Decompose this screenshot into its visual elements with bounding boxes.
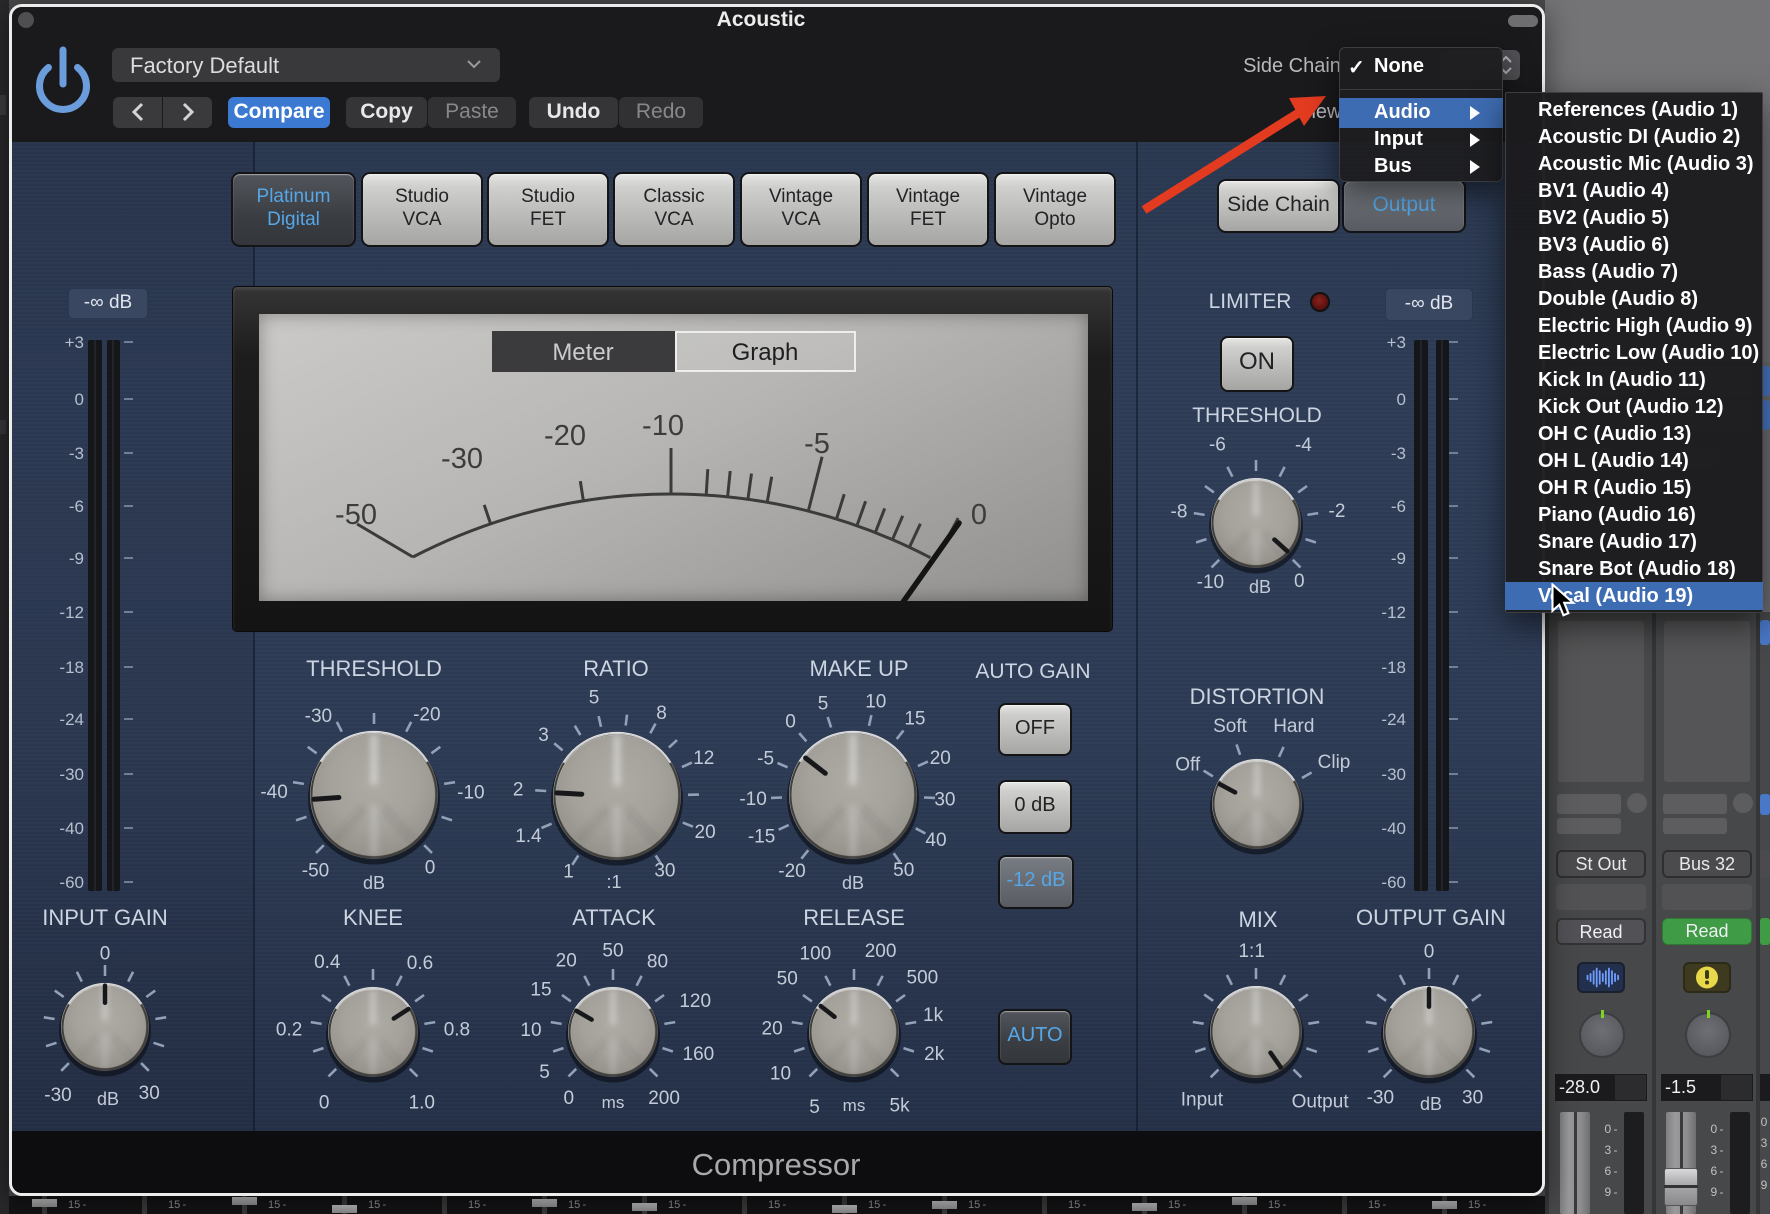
- svg-text:-4: -4: [1295, 435, 1312, 456]
- svg-text:3: 3: [538, 725, 549, 746]
- svg-text:5: 5: [539, 1062, 550, 1083]
- svg-text:120: 120: [679, 991, 711, 1012]
- svg-text:40: 40: [925, 830, 946, 851]
- svg-text:0.2: 0.2: [276, 1020, 302, 1041]
- svg-text:30: 30: [139, 1083, 160, 1104]
- svg-text:200: 200: [865, 941, 897, 962]
- svg-text:-40: -40: [1381, 819, 1406, 838]
- svg-text:20: 20: [762, 1018, 783, 1039]
- svg-text:15: 15: [904, 708, 925, 729]
- svg-text::1: :1: [606, 872, 621, 892]
- svg-text:1k: 1k: [923, 1005, 944, 1026]
- svg-text:0: 0: [785, 711, 796, 732]
- svg-text:0: 0: [1424, 942, 1435, 963]
- svg-text:20: 20: [556, 951, 577, 972]
- svg-text:Input: Input: [1181, 1090, 1224, 1111]
- svg-text:ms: ms: [602, 1093, 625, 1112]
- svg-text:dB: dB: [1249, 577, 1271, 597]
- svg-text:-12: -12: [1381, 603, 1406, 622]
- svg-text:5: 5: [818, 693, 829, 714]
- svg-text:ms: ms: [843, 1096, 866, 1115]
- svg-text:200: 200: [648, 1088, 680, 1109]
- svg-text:30: 30: [1462, 1087, 1483, 1108]
- svg-text:12: 12: [693, 748, 714, 769]
- svg-text:20: 20: [930, 748, 951, 769]
- svg-text:-6: -6: [1209, 435, 1226, 456]
- svg-text:Soft: Soft: [1213, 716, 1248, 737]
- svg-text:-15: -15: [748, 826, 775, 847]
- svg-text:dB: dB: [363, 873, 385, 893]
- svg-text:-10: -10: [1197, 572, 1224, 593]
- svg-text:80: 80: [647, 951, 668, 972]
- svg-text:8: 8: [656, 703, 667, 724]
- svg-text:0: 0: [564, 1088, 575, 1109]
- svg-text:-30: -30: [1381, 765, 1406, 784]
- svg-text:-20: -20: [413, 704, 440, 725]
- svg-text:100: 100: [800, 944, 832, 965]
- svg-text:5: 5: [809, 1097, 820, 1118]
- svg-text:-50: -50: [302, 861, 329, 882]
- svg-text:dB: dB: [1420, 1094, 1442, 1114]
- svg-text:10: 10: [865, 691, 886, 712]
- svg-text:1:1: 1:1: [1238, 941, 1264, 962]
- svg-text:30: 30: [654, 861, 675, 882]
- svg-text:0: 0: [319, 1092, 330, 1113]
- svg-text:50: 50: [893, 860, 914, 881]
- svg-text:Clip: Clip: [1318, 752, 1351, 773]
- svg-text:-60: -60: [1381, 873, 1406, 892]
- svg-text:1.4: 1.4: [515, 826, 542, 847]
- svg-text:15: 15: [530, 979, 551, 1000]
- svg-text:-30: -30: [1367, 1087, 1394, 1108]
- svg-text:0.6: 0.6: [407, 953, 433, 974]
- svg-text:-5: -5: [757, 749, 774, 770]
- svg-text:10: 10: [520, 1020, 541, 1041]
- svg-text:0: 0: [100, 944, 111, 965]
- svg-text:500: 500: [907, 967, 939, 988]
- svg-text:160: 160: [683, 1044, 715, 1065]
- svg-text:-9: -9: [1391, 549, 1406, 568]
- svg-text:2: 2: [513, 780, 524, 801]
- svg-text:-10: -10: [739, 789, 766, 810]
- svg-text:0: 0: [425, 857, 436, 878]
- svg-text:Hard: Hard: [1273, 716, 1314, 737]
- svg-text:10: 10: [770, 1063, 791, 1084]
- svg-text:-6: -6: [1391, 497, 1406, 516]
- svg-text:0: 0: [1294, 571, 1305, 592]
- svg-text:20: 20: [695, 822, 716, 843]
- svg-text:-20: -20: [778, 861, 805, 882]
- svg-text:dB: dB: [842, 873, 864, 893]
- svg-text:50: 50: [777, 969, 798, 990]
- svg-text:-40: -40: [260, 782, 287, 803]
- svg-text:-8: -8: [1171, 501, 1188, 522]
- svg-text:30: 30: [934, 790, 955, 811]
- svg-text:dB: dB: [97, 1089, 119, 1109]
- svg-text:50: 50: [602, 941, 623, 962]
- svg-text:0.4: 0.4: [314, 952, 341, 973]
- svg-text:5k: 5k: [890, 1096, 911, 1117]
- svg-text:-30: -30: [305, 706, 332, 727]
- svg-text:1: 1: [563, 861, 574, 882]
- svg-text:+3: +3: [1387, 333, 1406, 352]
- svg-text:-30: -30: [44, 1085, 71, 1106]
- svg-text:1.0: 1.0: [409, 1092, 435, 1113]
- svg-text:5: 5: [589, 687, 600, 708]
- svg-text:-2: -2: [1329, 501, 1346, 522]
- svg-text:Off: Off: [1175, 755, 1201, 776]
- svg-text:-18: -18: [1381, 658, 1406, 677]
- svg-text:0.8: 0.8: [444, 1020, 470, 1041]
- svg-text:-10: -10: [457, 782, 484, 803]
- svg-text:-3: -3: [1391, 444, 1406, 463]
- svg-text:0: 0: [1397, 390, 1406, 409]
- svg-text:-24: -24: [1381, 710, 1406, 729]
- svg-text:2k: 2k: [924, 1044, 945, 1065]
